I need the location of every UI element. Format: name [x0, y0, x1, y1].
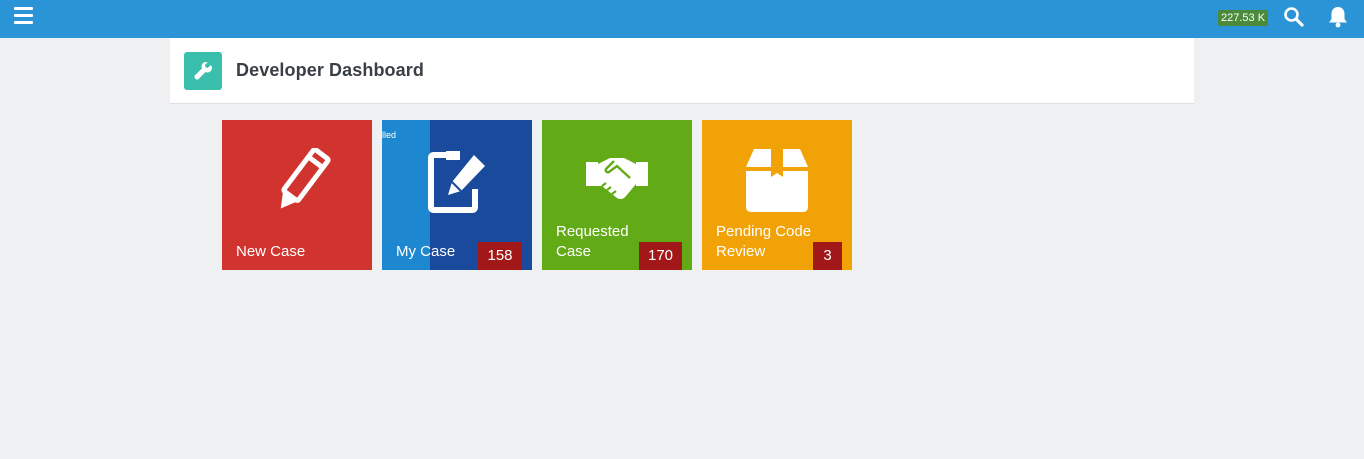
counter-badge: 227.53 K [1218, 10, 1269, 26]
bell-icon[interactable] [1327, 5, 1349, 29]
tile-label-line2: Case [556, 243, 592, 260]
flip-overlay-text: lled [382, 130, 397, 140]
tile-requested-case[interactable]: Requested Case 170 [542, 120, 692, 270]
search-icon[interactable] [1283, 6, 1305, 28]
count-badge: 170 [639, 242, 682, 270]
tile-label-line1: Pending Code [716, 223, 812, 240]
tile-label-line2: Review [716, 243, 766, 260]
tile-label: My Case [396, 243, 456, 260]
wrench-icon [184, 52, 222, 90]
count-badge: 3 [813, 242, 842, 270]
box-icon [746, 149, 808, 212]
tile-my-case[interactable]: lled My Case 158 [382, 120, 532, 270]
page-header: Developer Dashboard [170, 38, 1194, 104]
tile-label-line1: Requested [556, 223, 629, 240]
tile-pending-code-review[interactable]: Pending Code Review 3 [702, 120, 852, 270]
tile-new-case[interactable]: New Case [222, 120, 372, 270]
page-title: Developer Dashboard [236, 60, 424, 80]
menu-icon[interactable] [14, 7, 34, 27]
edit-note-icon [428, 151, 485, 213]
handshake-icon [586, 158, 648, 200]
pencil-icon [280, 148, 331, 209]
top-bar: 227.53 K [0, 0, 1364, 38]
tile-label: New Case [236, 243, 306, 260]
count-badge: 158 [478, 242, 522, 270]
